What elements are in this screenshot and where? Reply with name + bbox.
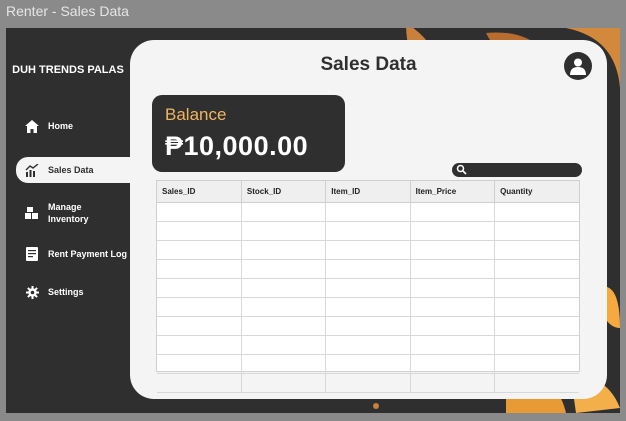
balance-card: Balance ₱10,000.00 — [152, 95, 345, 172]
table-cell — [241, 221, 327, 241]
table-cell — [410, 221, 496, 241]
table-cell — [241, 202, 327, 222]
table-cell — [410, 354, 496, 374]
table-cell — [157, 316, 242, 336]
table-cell — [157, 297, 242, 317]
table-body — [157, 202, 579, 393]
table-row[interactable] — [157, 278, 579, 298]
column-header-quantity[interactable]: Quantity — [494, 181, 579, 203]
table-header-row: Sales_ID Stock_ID Item_ID Item_Price Qua… — [157, 181, 579, 203]
table-cell — [494, 354, 579, 374]
table-cell — [325, 335, 411, 355]
table-cell — [410, 316, 496, 336]
brand-name: DUH TRENDS PALAS — [12, 64, 124, 76]
table-row[interactable] — [157, 373, 579, 393]
table-cell — [241, 316, 327, 336]
table-cell — [157, 335, 242, 355]
table-cell — [494, 202, 579, 222]
table-row[interactable] — [157, 221, 579, 241]
table-cell — [241, 335, 327, 355]
table-cell — [157, 354, 242, 374]
sidebar-item-label: Manage Inventory — [48, 202, 89, 224]
table-cell — [157, 278, 242, 298]
table-cell — [410, 202, 496, 222]
sidebar-item-label: Rent Payment Log — [48, 249, 128, 259]
table-cell — [157, 259, 242, 279]
table-cell — [410, 278, 496, 298]
column-header-sales-id[interactable]: Sales_ID — [157, 181, 242, 203]
gear-icon — [24, 284, 40, 300]
table-cell — [325, 240, 411, 260]
table-row[interactable] — [157, 259, 579, 279]
table-row[interactable] — [157, 354, 579, 374]
table-cell — [494, 240, 579, 260]
table-cell — [494, 297, 579, 317]
table-cell — [241, 373, 327, 393]
table-cell — [410, 373, 496, 393]
receipt-icon — [24, 246, 40, 262]
chart-icon — [24, 162, 40, 178]
table-cell — [157, 240, 242, 260]
table-cell — [410, 259, 496, 279]
sidebar-item-label: Settings — [48, 287, 84, 297]
table-cell — [241, 297, 327, 317]
table-cell — [325, 259, 411, 279]
table-cell — [494, 278, 579, 298]
table-row[interactable] — [157, 297, 579, 317]
column-header-stock-id[interactable]: Stock_ID — [241, 181, 327, 203]
sidebar: DUH TRENDS PALAS Home Sales Data Manage … — [6, 28, 156, 413]
window-title: Renter - Sales Data — [0, 0, 626, 22]
table-cell — [494, 316, 579, 336]
table-cell — [494, 373, 579, 393]
table-cell — [325, 221, 411, 241]
table-row[interactable] — [157, 202, 579, 222]
table-cell — [410, 335, 496, 355]
table-cell — [241, 240, 327, 260]
sales-table: Sales_ID Stock_ID Item_ID Item_Price Qua… — [156, 180, 580, 393]
table-row[interactable] — [157, 240, 579, 260]
balance-value: ₱10,000.00 — [165, 131, 309, 161]
table-cell — [241, 259, 327, 279]
boxes-icon — [24, 205, 40, 221]
table-cell — [325, 202, 411, 222]
column-header-item-id[interactable]: Item_ID — [325, 181, 411, 203]
table-cell — [325, 316, 411, 336]
sidebar-item-label: Home — [48, 121, 74, 131]
table-cell — [157, 373, 242, 393]
table-cell — [157, 221, 242, 241]
table-cell — [325, 354, 411, 374]
table-cell — [325, 278, 411, 298]
table-cell — [157, 202, 242, 222]
table-cell — [410, 240, 496, 260]
table-cell — [325, 297, 411, 317]
table-row[interactable] — [157, 335, 579, 355]
table-cell — [494, 259, 579, 279]
home-icon — [24, 118, 40, 134]
page-title: Sales Data — [320, 54, 417, 75]
table-cell — [325, 373, 411, 393]
table-cell — [494, 221, 579, 241]
user-icon — [570, 58, 586, 75]
search-bar[interactable] — [452, 163, 582, 177]
search-icon — [456, 164, 467, 175]
sidebar-item-label: Sales Data — [48, 165, 94, 175]
table-cell — [241, 354, 327, 374]
search-input[interactable] — [470, 163, 576, 177]
user-avatar-button[interactable] — [564, 52, 592, 80]
table-cell — [410, 297, 496, 317]
table-cell — [241, 278, 327, 298]
main-card: Sales Data Balance ₱10,000.00 Sales_ID S… — [130, 40, 607, 399]
column-header-item-price[interactable]: Item_Price — [410, 181, 496, 203]
table-row[interactable] — [157, 316, 579, 336]
app-frame: DUH TRENDS PALAS Home Sales Data Manage … — [6, 28, 620, 413]
balance-label: Balance — [165, 105, 227, 124]
table-cell — [494, 335, 579, 355]
